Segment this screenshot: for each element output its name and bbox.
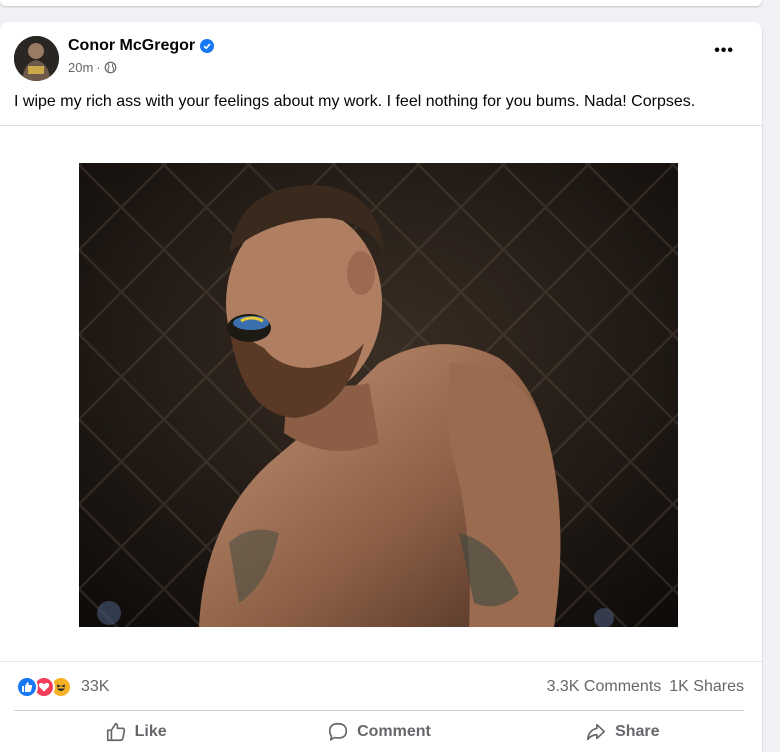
author-name-row: Conor McGregor [68,37,215,55]
verified-badge-icon [200,39,215,53]
post-actions: Like Comment Share [14,710,744,752]
author-avatar[interactable] [14,36,59,81]
like-label: Like [134,722,167,740]
comments-count[interactable]: 3.3K Comments [547,678,662,696]
engagement-counts: 3.3K Comments 1K Shares [547,678,744,696]
post-meta: 20m · [68,60,117,75]
meta-separator: · [96,60,101,75]
previous-post-card [0,0,762,6]
globe-icon[interactable] [104,61,117,74]
post-stats: 33K 3.3K Comments 1K Shares [0,661,762,711]
post-text: I wipe my rich ass with your feelings ab… [14,93,696,110]
like-reaction-icon [16,676,38,698]
reactions-summary[interactable]: 33K [16,676,109,698]
reactions-count: 33K [81,678,110,695]
comment-label: Comment [357,722,431,740]
share-button[interactable]: Share [501,711,744,752]
shares-count[interactable]: 1K Shares [669,678,744,696]
comment-button[interactable]: Comment [257,711,500,752]
share-label: Share [615,722,660,740]
post-media-area [0,125,762,661]
comment-icon [329,722,348,741]
more-options-icon[interactable]: ••• [714,42,734,60]
post-time[interactable]: 20m [68,60,93,75]
share-icon [587,723,606,740]
thumbs-up-icon [106,722,125,741]
like-button[interactable]: Like [14,711,257,752]
post-card: Conor McGregor 20m · ••• I wipe my rich … [0,22,762,752]
post-photo[interactable] [79,163,678,627]
author-name[interactable]: Conor McGregor [68,37,195,55]
